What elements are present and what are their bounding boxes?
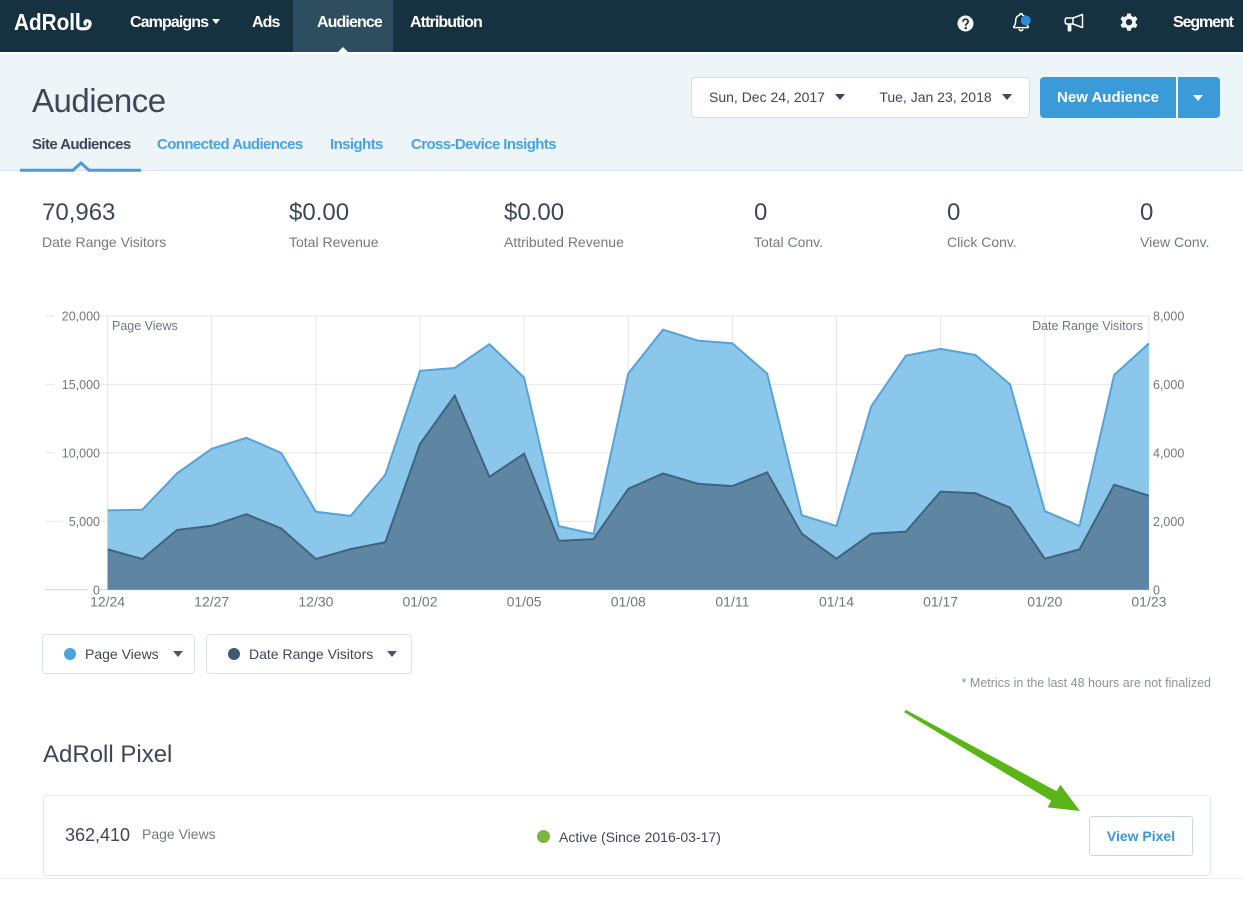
- svg-text:Date Range Visitors: Date Range Visitors: [1032, 319, 1143, 333]
- svg-text:20,000: 20,000: [62, 310, 100, 324]
- svg-text:01/05: 01/05: [507, 594, 542, 610]
- svg-text:12/27: 12/27: [194, 594, 229, 610]
- svg-text:12/30: 12/30: [298, 594, 333, 610]
- svg-text:6,000: 6,000: [1153, 378, 1184, 392]
- svg-text:01/20: 01/20: [1027, 594, 1062, 610]
- svg-text:01/02: 01/02: [402, 594, 437, 610]
- svg-text:01/14: 01/14: [819, 594, 854, 610]
- svg-text:8,000: 8,000: [1153, 310, 1184, 324]
- svg-text:01/11: 01/11: [715, 594, 749, 610]
- svg-text:15,000: 15,000: [62, 378, 100, 392]
- svg-text:2,000: 2,000: [1153, 515, 1184, 529]
- svg-text:12/24: 12/24: [90, 594, 125, 610]
- svg-text:01/23: 01/23: [1131, 594, 1166, 610]
- svg-text:4,000: 4,000: [1153, 446, 1184, 460]
- svg-text:Page Views: Page Views: [112, 319, 178, 333]
- svg-text:01/17: 01/17: [923, 594, 958, 610]
- svg-text:01/08: 01/08: [611, 594, 646, 610]
- svg-text:5,000: 5,000: [69, 515, 100, 529]
- svg-text:10,000: 10,000: [62, 446, 100, 460]
